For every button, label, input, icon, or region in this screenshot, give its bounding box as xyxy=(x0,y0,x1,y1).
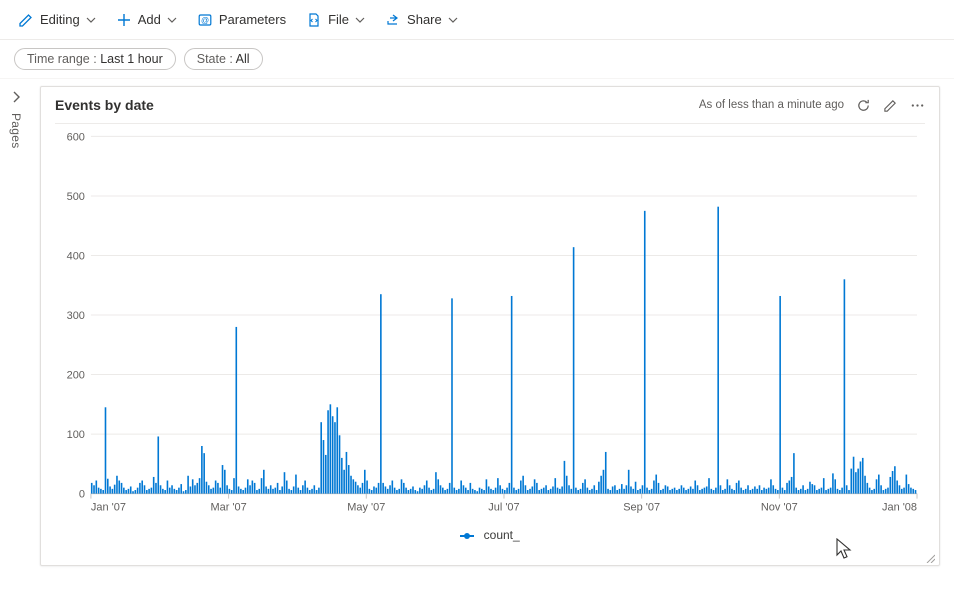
svg-text:@: @ xyxy=(201,16,209,25)
card-title: Events by date xyxy=(55,97,154,113)
chart-card: Events by date As of less than a minute … xyxy=(40,86,940,566)
file-label: File xyxy=(328,12,349,27)
parameters-label: Parameters xyxy=(219,12,286,27)
legend-marker-icon xyxy=(460,535,474,537)
share-icon xyxy=(385,12,401,28)
add-button[interactable]: Add xyxy=(108,8,185,32)
parameters-icon: @ xyxy=(197,12,213,28)
svg-text:Jan '07: Jan '07 xyxy=(91,502,126,514)
svg-text:200: 200 xyxy=(67,370,85,382)
share-label: Share xyxy=(407,12,442,27)
svg-text:300: 300 xyxy=(67,310,85,322)
pages-sidebar: Pages xyxy=(0,80,32,560)
svg-text:Mar '07: Mar '07 xyxy=(210,502,246,514)
divider xyxy=(55,123,925,124)
svg-text:100: 100 xyxy=(67,429,85,441)
refresh-status: As of less than a minute ago xyxy=(699,99,844,111)
svg-text:0: 0 xyxy=(79,489,85,501)
state-value: All xyxy=(236,52,250,66)
timerange-value: Last 1 hour xyxy=(100,52,163,66)
filter-row: Time range : Last 1 hour State : All xyxy=(0,40,954,79)
timerange-label: Time range : xyxy=(27,52,97,66)
edit-button[interactable] xyxy=(883,98,898,113)
file-button[interactable]: File xyxy=(298,8,373,32)
card-actions: As of less than a minute ago xyxy=(699,98,925,113)
svg-text:Jan '08: Jan '08 xyxy=(882,502,917,514)
chart-legend: count_ xyxy=(41,528,939,542)
legend-series-label: count_ xyxy=(484,528,520,542)
chevron-down-icon xyxy=(355,15,365,25)
editing-label: Editing xyxy=(40,12,80,27)
state-label: State : xyxy=(197,52,233,66)
state-pill[interactable]: State : All xyxy=(184,48,263,70)
share-button[interactable]: Share xyxy=(377,8,466,32)
svg-text:Sep '07: Sep '07 xyxy=(623,502,660,514)
pencil-icon xyxy=(18,12,34,28)
plus-icon xyxy=(116,12,132,28)
refresh-button[interactable] xyxy=(856,98,871,113)
parameters-button[interactable]: @ Parameters xyxy=(189,8,294,32)
card-header: Events by date As of less than a minute … xyxy=(41,87,939,119)
file-code-icon xyxy=(306,12,322,28)
more-button[interactable] xyxy=(910,98,925,113)
top-toolbar: Editing Add @ Parameters File Share xyxy=(0,0,954,40)
chevron-down-icon xyxy=(448,15,458,25)
svg-text:500: 500 xyxy=(67,191,85,203)
editing-mode-button[interactable]: Editing xyxy=(10,8,104,32)
svg-text:400: 400 xyxy=(67,250,85,262)
chevron-down-icon xyxy=(167,15,177,25)
chevron-down-icon xyxy=(86,15,96,25)
add-label: Add xyxy=(138,12,161,27)
svg-text:May '07: May '07 xyxy=(347,502,385,514)
timerange-pill[interactable]: Time range : Last 1 hour xyxy=(14,48,176,70)
svg-text:Nov '07: Nov '07 xyxy=(761,502,798,514)
resize-handle[interactable] xyxy=(925,551,935,561)
chart-area[interactable]: 0 100 200 300 400 500 600 Jan '07 Mar '07 May '07… xyxy=(55,130,925,522)
svg-text:Jul '07: Jul '07 xyxy=(488,502,519,514)
expand-pages-button[interactable] xyxy=(9,90,23,107)
events-chart: 0 100 200 300 400 500 600 Jan '07 Mar '07 May '07… xyxy=(55,130,925,522)
pages-label: Pages xyxy=(9,113,23,149)
svg-text:600: 600 xyxy=(67,131,85,143)
